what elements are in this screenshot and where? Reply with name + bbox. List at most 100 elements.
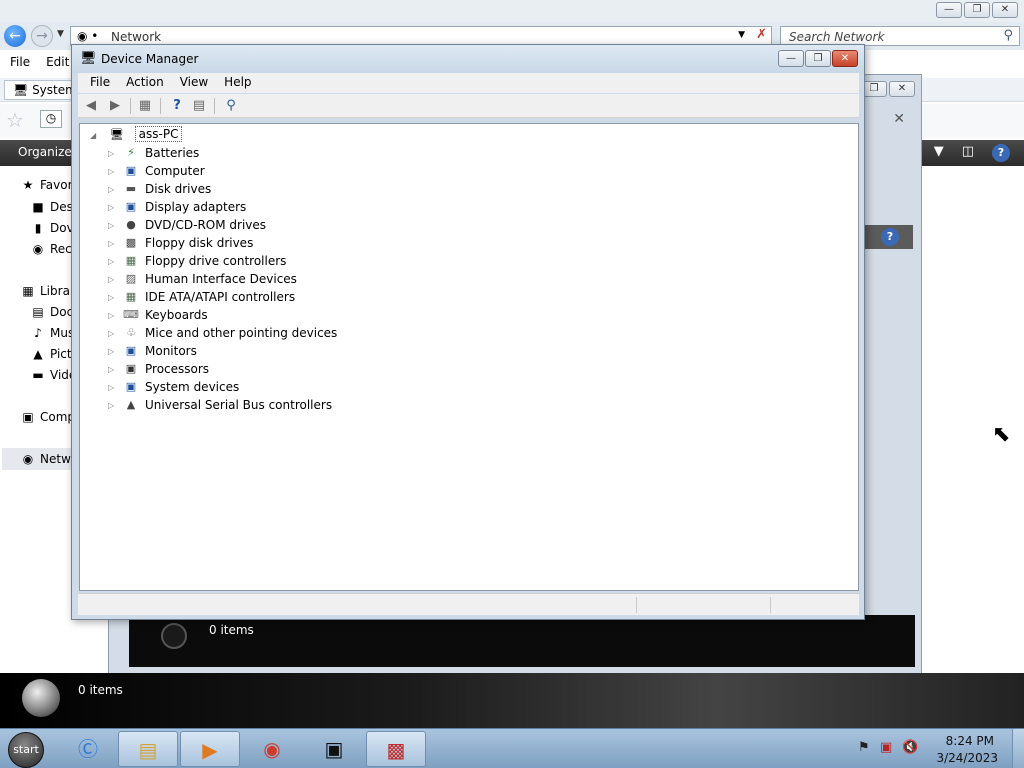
stop-icon[interactable]: ✗: [756, 27, 767, 42]
preview-pane-icon[interactable]: ◫: [962, 144, 974, 162]
tree-root-computer[interactable]: ◢ 🖥 ass-PC: [90, 126, 183, 143]
network-status-icon[interactable]: ▣: [880, 740, 892, 755]
videos-icon: ▬: [32, 368, 44, 382]
device-category-row[interactable]: ▷ ● DVD/CD-ROM drives: [108, 216, 266, 234]
menu-edit[interactable]: Edit: [46, 55, 69, 75]
help-icon[interactable]: ?: [992, 144, 1010, 162]
nav-favorites[interactable]: ★ Favor: [20, 178, 73, 192]
expand-arrow-icon[interactable]: ▷: [108, 149, 118, 158]
monitor-icon: ▣: [125, 344, 137, 357]
device-category-row[interactable]: ▷ ▲ Universal Serial Bus controllers: [108, 396, 332, 414]
device-manager-titlebar[interactable]: 🖥 Device Manager — ❐ ✕: [72, 45, 864, 73]
expand-arrow-icon[interactable]: ▷: [108, 293, 118, 302]
media-player-icon[interactable]: ▶: [180, 731, 240, 767]
menu-file[interactable]: File: [82, 73, 118, 93]
explorer-close-button[interactable]: ✕: [992, 2, 1018, 18]
organize-button[interactable]: Organize: [18, 145, 72, 159]
show-hide-console-tree-icon[interactable]: ▦: [136, 97, 154, 115]
device-category-row[interactable]: ▷ ▦ Floppy drive controllers: [108, 252, 286, 270]
toolbox-icon[interactable]: ▩: [366, 731, 426, 767]
forward-arrow-icon[interactable]: ▶: [106, 97, 124, 115]
menu-view[interactable]: View: [172, 73, 216, 93]
nav-network[interactable]: ◉ Netwo: [20, 452, 78, 466]
address-dropdown-icon[interactable]: ▼: [738, 30, 745, 40]
device-category-row[interactable]: ▷ ▨ Human Interface Devices: [108, 270, 297, 288]
volume-muted-icon[interactable]: 🔇: [902, 740, 918, 755]
device-tree: ◢ 🖥 ass-PC ▷ ⚡ Batteries ▷ ▣ Computer ▷ ▬ Disk…: [79, 123, 859, 591]
explorer-minimize-button[interactable]: —: [936, 2, 962, 18]
close-button[interactable]: ✕: [832, 50, 858, 67]
terminal-icon[interactable]: ▣: [304, 731, 364, 767]
recent-pages-dropdown-icon[interactable]: ▼: [57, 29, 64, 39]
expand-arrow-icon[interactable]: ▷: [108, 221, 118, 230]
nav-recent[interactable]: ◉ Rec: [30, 242, 72, 256]
back-arrow-icon[interactable]: ◀: [82, 97, 100, 115]
expand-arrow-icon[interactable]: ▷: [108, 185, 118, 194]
device-category-row[interactable]: ▷ ⚡ Batteries: [108, 144, 199, 162]
expand-arrow-icon[interactable]: ▷: [108, 311, 118, 320]
help-icon[interactable]: ?: [881, 228, 899, 246]
device-category-row[interactable]: ▷ ▣ Display adapters: [108, 198, 246, 216]
nav-documents[interactable]: ▤ Doc: [30, 305, 73, 319]
device-category-row[interactable]: ▷ ▬ Disk drives: [108, 180, 211, 198]
menu-help[interactable]: Help: [216, 73, 259, 93]
nav-videos[interactable]: ▬ Vide: [30, 368, 76, 382]
show-desktop-button[interactable]: [1012, 729, 1024, 768]
expand-arrow-icon[interactable]: ▷: [108, 401, 118, 410]
nav-libraries[interactable]: ▦ Librar: [20, 284, 75, 298]
nav-pictures[interactable]: ▲ Pict: [30, 347, 71, 361]
internet-explorer-icon[interactable]: Ⓒ: [58, 731, 118, 767]
device-category-row[interactable]: ▷ ▣ Processors: [108, 360, 209, 378]
expand-arrow-icon[interactable]: ▷: [108, 167, 118, 176]
device-category-row[interactable]: ▷ ⌨ Keyboards: [108, 306, 208, 324]
nav-music[interactable]: ♪ Mus: [30, 326, 74, 340]
device-category-row[interactable]: ▷ ▣ Monitors: [108, 342, 197, 360]
maximize-button[interactable]: ❐: [805, 50, 831, 67]
expand-arrow-icon[interactable]: ▷: [108, 275, 118, 284]
ide-controller-icon: ▦: [125, 290, 137, 303]
explorer-maximize-button[interactable]: ❐: [964, 2, 990, 18]
forward-button[interactable]: →: [31, 25, 53, 47]
menu-file[interactable]: File: [10, 55, 30, 75]
libraries-icon: ▦: [22, 284, 34, 298]
address-field[interactable]: ◉ • Network ▼ ✗: [70, 26, 772, 46]
expand-arrow-icon[interactable]: ▷: [108, 365, 118, 374]
device-category-row[interactable]: ▷ ▦ IDE ATA/ATAPI controllers: [108, 288, 295, 306]
expand-arrow-icon[interactable]: ▷: [108, 383, 118, 392]
favorites-star-icon[interactable]: ☆: [6, 108, 24, 132]
nav-computer[interactable]: ▣ Comp: [20, 410, 75, 424]
view-options-icon[interactable]: ▼: [934, 144, 944, 162]
start-button[interactable]: start: [8, 732, 44, 768]
explorer-titlebar: — ❐ ✕: [0, 0, 1024, 22]
expand-arrow-icon[interactable]: ▷: [108, 257, 118, 266]
collapse-arrow-icon[interactable]: ◢: [90, 131, 100, 140]
scan-hardware-icon[interactable]: ⚲: [222, 97, 240, 115]
file-explorer-icon[interactable]: ▤: [118, 731, 178, 767]
search-field[interactable]: Search Network ⚲: [780, 26, 1020, 46]
downloads-icon: ▮: [34, 221, 42, 235]
search-icon[interactable]: ⚲: [1003, 28, 1013, 43]
mouse-cursor-icon: ⬉: [992, 422, 1011, 447]
help-icon[interactable]: ?: [168, 97, 186, 115]
properties-icon[interactable]: ▤: [190, 97, 208, 115]
device-category-row[interactable]: ▷ ▣ Computer: [108, 162, 205, 180]
expand-arrow-icon[interactable]: ▷: [108, 239, 118, 248]
device-category-row[interactable]: ▷ ▣ System devices: [108, 378, 239, 396]
device-category-row[interactable]: ▷ ♧ Mice and other pointing devices: [108, 324, 337, 342]
expand-arrow-icon[interactable]: ▷: [108, 203, 118, 212]
nav-desktop[interactable]: ■ Des: [30, 200, 73, 214]
history-icon[interactable]: ◷: [40, 110, 62, 128]
clock-date[interactable]: 3/24/2023: [936, 751, 998, 765]
expand-arrow-icon[interactable]: ▷: [108, 347, 118, 356]
expand-arrow-icon[interactable]: ▷: [108, 329, 118, 338]
close-icon[interactable]: ✕: [893, 111, 905, 127]
chrome-icon[interactable]: ◉: [242, 731, 302, 767]
clock-time[interactable]: 8:24 PM: [946, 734, 994, 748]
action-center-flag-icon[interactable]: ⚑: [858, 740, 870, 755]
back-button[interactable]: ←: [4, 25, 26, 47]
nav-downloads[interactable]: ▮ Dov: [30, 221, 74, 235]
background-window-close-button[interactable]: ✕: [889, 81, 915, 97]
minimize-button[interactable]: —: [778, 50, 804, 67]
device-category-row[interactable]: ▷ ▩ Floppy disk drives: [108, 234, 253, 252]
menu-action[interactable]: Action: [118, 73, 172, 93]
